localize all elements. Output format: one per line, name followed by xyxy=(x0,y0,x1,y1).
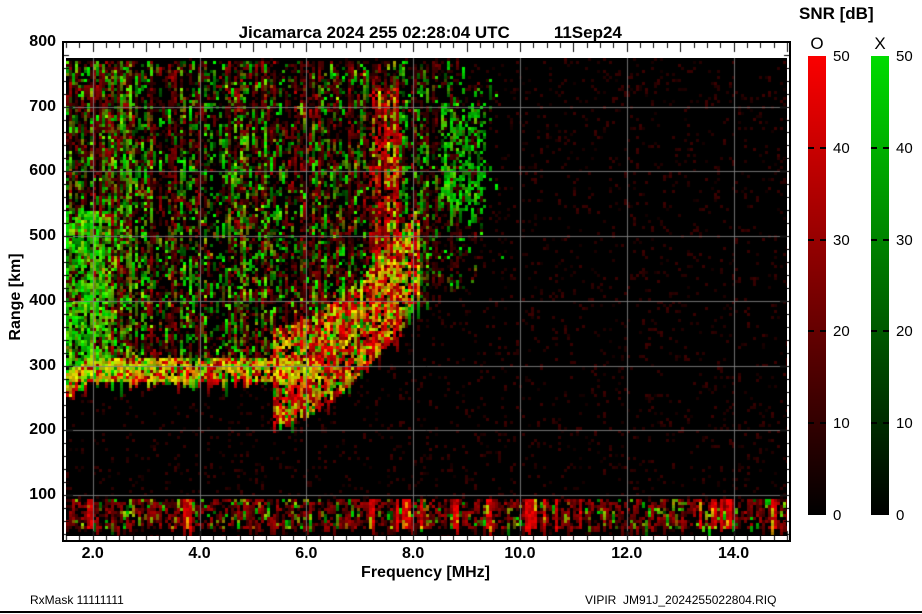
colorbar-tick-label: 20 xyxy=(896,323,913,341)
colorbar-tick-label: 0 xyxy=(896,507,905,524)
y-tick-label: 400 xyxy=(29,291,56,309)
colorbar-tick-dash xyxy=(808,238,826,241)
colorbar-tick-label: 0 xyxy=(833,507,842,524)
y-tick-label: 200 xyxy=(29,421,56,439)
title-datetime-label: Jicamarca 2024 255 02:28:04 UTC xyxy=(238,23,510,42)
colorbar-tick-dash xyxy=(808,146,826,149)
colorbar-title: SNR [dB] xyxy=(799,4,874,23)
y-tick-label: 600 xyxy=(29,162,56,180)
x-tick-label: 14.0 xyxy=(718,545,750,562)
y-tick-label: 800 xyxy=(29,32,56,50)
colorbar-tick-dash xyxy=(871,422,889,425)
colorbar-tick-dash xyxy=(808,330,826,333)
colorbar-tick-label: 20 xyxy=(833,323,850,341)
y-tick-label: 700 xyxy=(29,97,56,115)
y-tick-label: 100 xyxy=(29,486,56,504)
x-tick-label: 12.0 xyxy=(611,545,643,562)
colorbar-tick-label: 40 xyxy=(896,139,913,157)
x-tick-label: 6.0 xyxy=(295,545,318,562)
colorbar-tick-label: 40 xyxy=(833,139,850,157)
colorbar-tick-dash xyxy=(871,330,889,333)
colorbar-tick-label: 50 xyxy=(833,48,850,65)
x-tick-label: 2.0 xyxy=(81,545,104,562)
title-date-label: 11Sep24 xyxy=(553,23,622,42)
colorbar-tick-label: 10 xyxy=(896,415,913,433)
x-axis-label: Frequency [MHz] xyxy=(361,564,490,581)
colorbar-tick-dash xyxy=(808,422,826,425)
colorbar-o-gradient-bar xyxy=(808,56,826,515)
axis-ticks-canvas xyxy=(64,43,789,540)
footer-rxmask-label: RxMask 11111111 xyxy=(30,593,124,607)
plot-frame xyxy=(62,41,791,542)
footer-filename-label: VIPIR JM91J_2024255022804.RIQ xyxy=(585,593,777,607)
colorbar-tick-label: 10 xyxy=(833,415,850,433)
colorbar-x-gradient-bar xyxy=(871,56,889,515)
y-tick-label: 500 xyxy=(29,227,56,245)
y-tick-label: 300 xyxy=(29,356,56,374)
colorbar-o-mode-label: O xyxy=(810,34,824,53)
colorbar-tick-label: 30 xyxy=(833,231,850,249)
x-tick-label: 10.0 xyxy=(504,545,536,562)
colorbar-tick-dash xyxy=(871,238,889,241)
chart-title: Jicamarca 2024 255 02:28:04 UTC 11Sep24 xyxy=(62,3,789,43)
x-tick-label: 4.0 xyxy=(188,545,211,562)
colorbar-tick-dash xyxy=(871,146,889,149)
colorbar-tick-label: 30 xyxy=(896,231,913,249)
x-tick-label: 8.0 xyxy=(402,545,425,562)
colorbar-tick-label: 50 xyxy=(896,48,913,65)
colorbar-x-mode-label: X xyxy=(874,34,886,53)
bottom-separator-line xyxy=(0,611,922,613)
